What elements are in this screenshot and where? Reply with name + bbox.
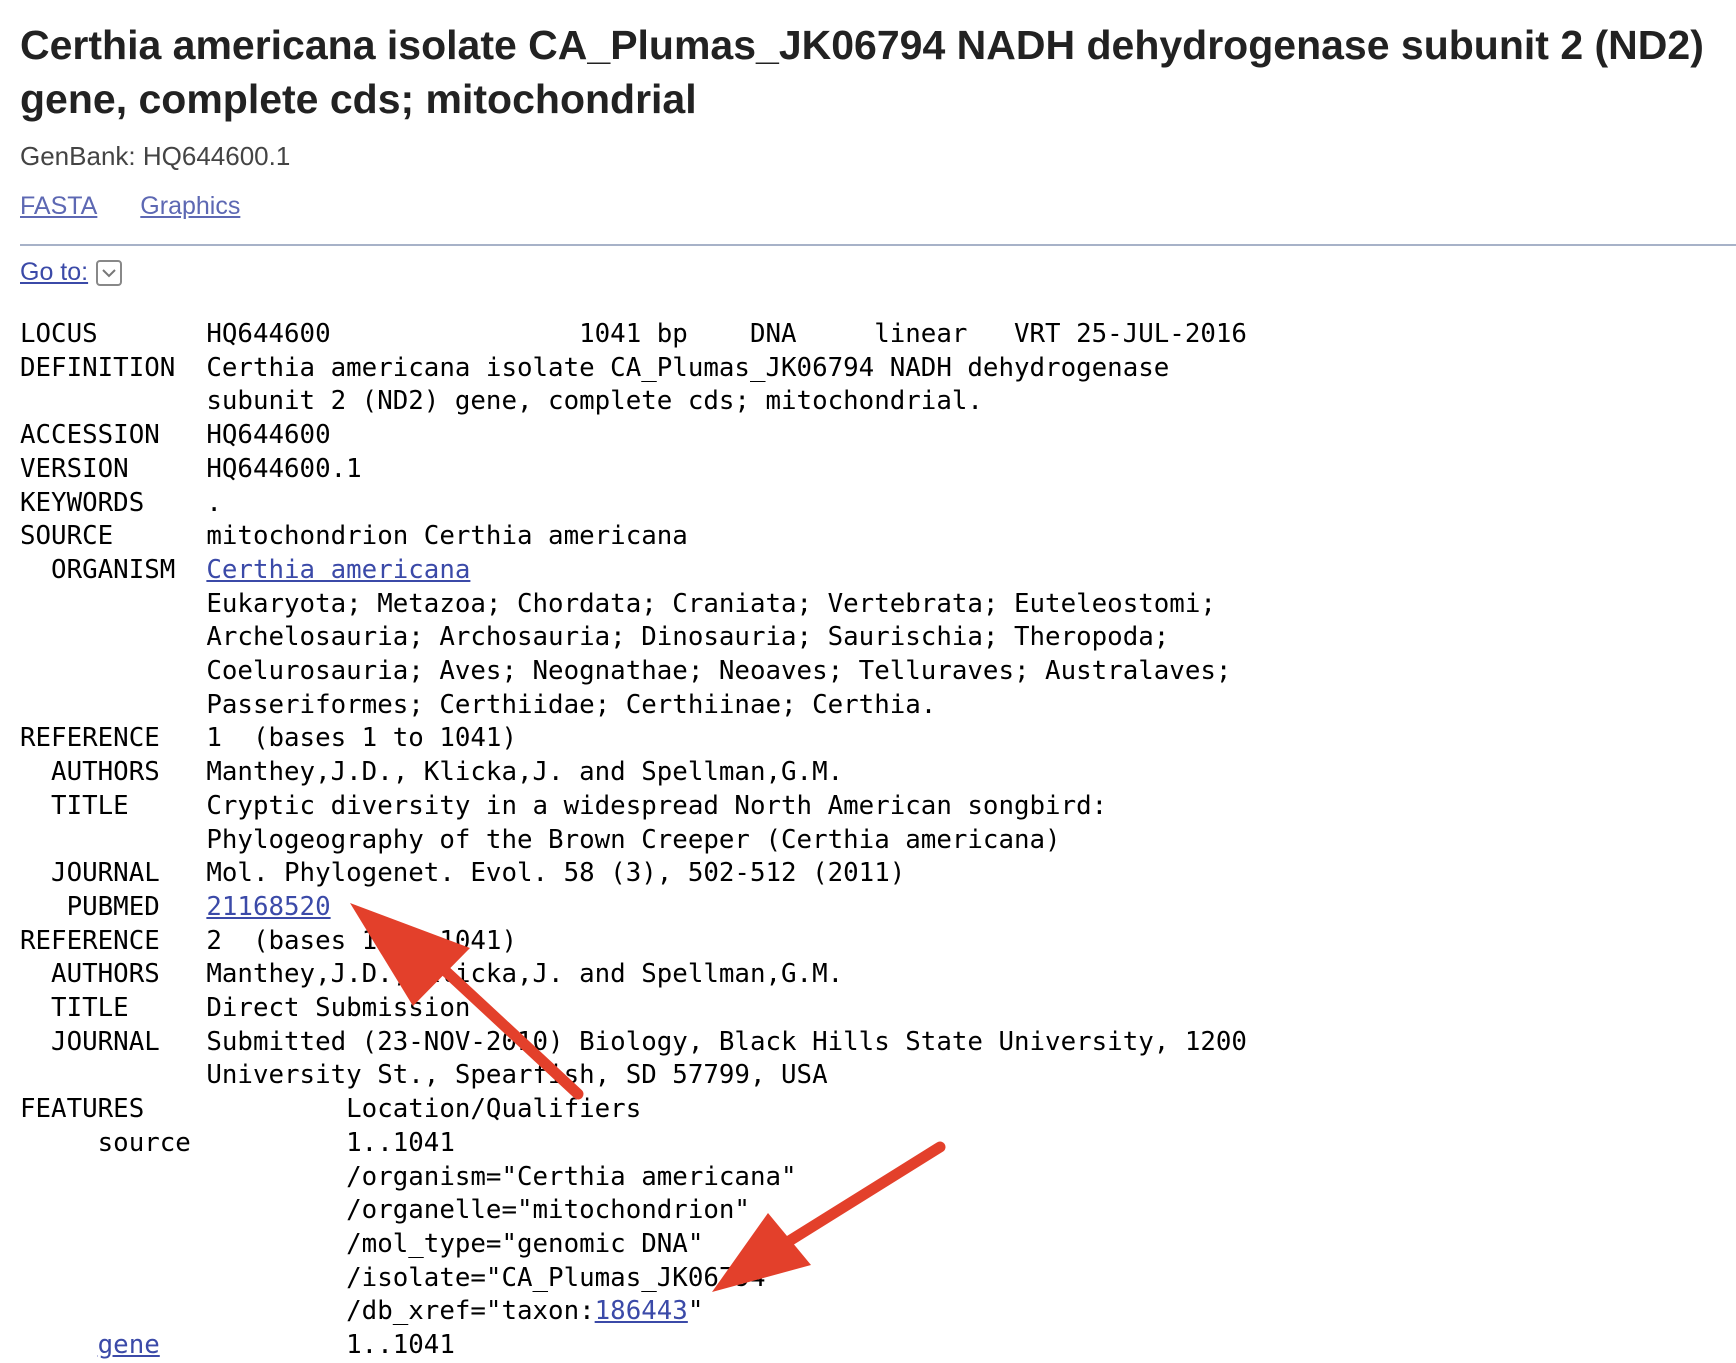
- features-label: FEATURES: [20, 1094, 347, 1125]
- reference-1-value: 1 (bases 1 to 1041): [206, 723, 517, 754]
- pubmed-label: PUBMED: [20, 891, 207, 922]
- accession-label: ACCESSION: [20, 420, 207, 451]
- accession-value: HQ644600: [206, 420, 331, 451]
- reference-2-authors-label: AUTHORS: [20, 959, 207, 990]
- gene-link[interactable]: gene: [98, 1330, 160, 1360]
- reference-1-authors-label: AUTHORS: [20, 757, 207, 788]
- taxon-close: ": [687, 1296, 704, 1327]
- version-label: VERSION: [20, 453, 207, 484]
- genbank-flatfile: LOCUS HQ644600 1041 bp DNA linear VRT 25…: [20, 318, 1247, 1363]
- organism-link[interactable]: Certhia americana: [206, 555, 470, 585]
- reference-2-label: REFERENCE: [20, 925, 160, 956]
- reference-2-journal-label: JOURNAL: [20, 1026, 207, 1057]
- gene-value: 1..1041: [159, 1330, 455, 1361]
- record-header: Certhia americana isolate CA_Plumas_JK06…: [20, 18, 1720, 221]
- organism-label: ORGANISM: [20, 554, 207, 585]
- version-value: HQ644600.1: [206, 453, 362, 484]
- header-divider: [20, 244, 1736, 246]
- page-title: Certhia americana isolate CA_Plumas_JK06…: [20, 22, 1704, 122]
- locus-value: HQ644600 1041 bp DNA linear VRT 25-JUL-2…: [206, 319, 1247, 349]
- definition-label: DEFINITION: [20, 352, 207, 383]
- goto-menu[interactable]: Go to:: [20, 258, 123, 287]
- reference-2-title: Direct Submission: [206, 993, 471, 1024]
- reference-2-authors: Manthey,J.D., Klicka,J. and Spellman,G.M…: [206, 959, 844, 990]
- features-value: Location/Qualifiers: [346, 1094, 642, 1125]
- locus-label: LOCUS: [20, 319, 207, 349]
- goto-link[interactable]: Go to:: [20, 258, 88, 287]
- reference-1-title-label: TITLE: [20, 790, 207, 821]
- taxon-link[interactable]: 186443: [595, 1296, 688, 1326]
- source-label: SOURCE: [20, 521, 207, 552]
- lineage: Eukaryota; Metazoa; Chordata; Craniata; …: [206, 588, 1232, 720]
- reference-1-authors: Manthey,J.D., Klicka,J. and Spellman,G.M…: [206, 757, 844, 788]
- reference-1-journal-label: JOURNAL: [20, 858, 207, 889]
- fasta-link[interactable]: FASTA: [20, 192, 97, 220]
- gene-indent: [20, 1330, 98, 1360]
- source-feature-label: source: [20, 1127, 347, 1158]
- reference-1-journal: Mol. Phylogenet. Evol. 58 (3), 502-512 (…: [206, 858, 906, 889]
- pubmed-link[interactable]: 21168520: [206, 892, 330, 922]
- keywords-value: .: [206, 487, 222, 518]
- reference-1-label: REFERENCE: [20, 723, 207, 754]
- genbank-accession: GenBank: HQ644600.1: [20, 141, 291, 171]
- keywords-label: KEYWORDS: [20, 487, 207, 518]
- reference-2-title-label: TITLE: [20, 993, 207, 1024]
- reference-2-value: 2 (bases 1 to 1041): [206, 925, 517, 956]
- graphics-link[interactable]: Graphics: [140, 192, 240, 220]
- format-links: FASTA Graphics: [20, 192, 1720, 221]
- chevron-down-icon[interactable]: [96, 259, 123, 286]
- source-value: mitochondrion Certhia americana: [206, 521, 688, 552]
